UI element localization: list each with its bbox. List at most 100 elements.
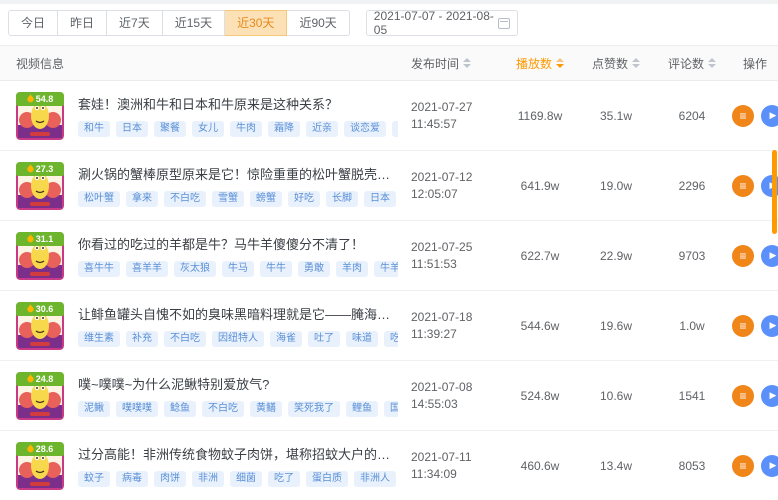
play-video-button[interactable]: ▶ <box>761 455 778 477</box>
hot-score-badge: 31.1 <box>16 232 64 246</box>
data-detail-button[interactable]: ≡ <box>732 175 754 197</box>
quick-range-button-4[interactable]: 近30天 <box>225 10 287 36</box>
video-info-cell: 54.8 套娃！澳洲和牛和日本和牛原来是这种关系？ 和牛日本聚餐女儿牛肉霜降近亲… <box>16 92 398 140</box>
play-video-button[interactable]: ▶ <box>761 245 778 267</box>
video-thumbnail[interactable]: 24.8 <box>16 372 64 420</box>
quick-range-button-1[interactable]: 昨日 <box>58 10 107 36</box>
video-tag: 雪蟹 <box>212 191 244 207</box>
video-tag: 灰太狼 <box>174 261 216 277</box>
video-thumbnail[interactable]: 30.6 <box>16 302 64 350</box>
video-title[interactable]: 涮火锅的蟹棒原型原来是它！惊险重重的松叶蟹脱壳之旅~ <box>78 164 398 183</box>
publish-time-cell: 2021-07-12 12:05:07 <box>398 169 500 203</box>
sort-carets-icon[interactable] <box>708 58 716 68</box>
table-row: 27.3 涮火锅的蟹棒原型原来是它！惊险重重的松叶蟹脱壳之旅~ 松叶蟹拿来不白吃… <box>0 151 778 221</box>
plays-cell: 622.7w <box>500 249 580 263</box>
publish-clock: 11:34:09 <box>411 466 500 483</box>
video-thumbnail[interactable]: 31.1 <box>16 232 64 280</box>
video-title[interactable]: 你看过的吃过的羊都是牛？马牛羊傻傻分不清了！ <box>78 234 398 253</box>
video-tag: 鲤鱼 <box>346 401 378 417</box>
video-tag: 蛋白质 <box>306 471 348 487</box>
video-info-cell: 27.3 涮火锅的蟹棒原型原来是它！惊险重重的松叶蟹脱壳之旅~ 松叶蟹拿来不白吃… <box>16 162 398 210</box>
video-title[interactable]: 噗~噗噗~为什么泥鳅特别爱放气? <box>78 374 398 393</box>
table-row: 28.6 过分高能！非洲传统食物蚊子肉饼，堪称招蚊大户的翻身菜！ 蚊子病毒肉饼非… <box>0 431 778 500</box>
quick-range-button-5[interactable]: 近90天 <box>287 10 349 36</box>
play-icon: ▶ <box>770 320 777 331</box>
date-range-picker[interactable]: 2021-07-07 - 2021-08-05 <box>366 10 518 36</box>
comments-cell: 9703 <box>652 249 732 263</box>
actions-cell: ≡ ▶ ★ <box>732 385 778 407</box>
video-thumbnail[interactable]: 27.3 <box>16 162 64 210</box>
video-text-block: 套娃！澳洲和牛和日本和牛原来是这种关系？ 和牛日本聚餐女儿牛肉霜降近亲谈恋爱近亲… <box>78 94 398 137</box>
list-icon: ≡ <box>739 320 746 332</box>
video-title[interactable]: 过分高能！非洲传统食物蚊子肉饼，堪称招蚊大户的翻身菜！ <box>78 444 398 463</box>
column-header-likes[interactable]: 点赞数 <box>580 55 652 72</box>
video-thumbnail[interactable]: 28.6 <box>16 442 64 490</box>
video-tag: 牛肉 <box>230 121 262 137</box>
list-icon: ≡ <box>739 460 746 472</box>
tag-list: 和牛日本聚餐女儿牛肉霜降近亲谈恋爱近亲结婚 <box>78 121 398 137</box>
publish-date: 2021-07-12 <box>411 169 500 186</box>
play-video-button[interactable]: ▶ <box>761 315 778 337</box>
publish-date: 2021-07-27 <box>411 99 500 116</box>
data-detail-button[interactable]: ≡ <box>732 455 754 477</box>
table-row: 54.8 套娃！澳洲和牛和日本和牛原来是这种关系？ 和牛日本聚餐女儿牛肉霜降近亲… <box>0 81 778 151</box>
column-header-video-info: 视频信息 <box>16 55 398 72</box>
data-detail-button[interactable]: ≡ <box>732 385 754 407</box>
video-info-cell: 30.6 让鲱鱼罐头自愧不如的臭味黑暗料理就是它——腌海雀！ 维生素补充不白吃因… <box>16 302 398 350</box>
column-header-comments[interactable]: 评论数 <box>652 55 732 72</box>
sort-carets-icon[interactable] <box>632 58 640 68</box>
column-header-publish-time[interactable]: 发布时间 <box>398 55 500 72</box>
publish-clock: 11:39:27 <box>411 326 500 343</box>
video-tag: 日本 <box>364 191 396 207</box>
video-title[interactable]: 让鲱鱼罐头自愧不如的臭味黑暗料理就是它——腌海雀！ <box>78 304 398 323</box>
tag-list: 蚊子病毒肉饼非洲细菌吃了蛋白质非洲人 <box>78 471 398 487</box>
video-tag: 女儿 <box>192 121 224 137</box>
comments-cell: 1.0w <box>652 319 732 333</box>
hot-score-badge: 28.6 <box>16 442 64 456</box>
video-tag: 喜羊羊 <box>126 261 168 277</box>
date-range-value: 2021-07-07 - 2021-08-05 <box>374 9 499 37</box>
date-range-button-group: 今日昨日近7天近15天近30天近90天 <box>8 10 350 36</box>
video-tag: 非洲人 <box>354 471 396 487</box>
actions-cell: ≡ ▶ ★ <box>732 105 778 127</box>
video-tag: 牛牛 <box>260 261 292 277</box>
video-title[interactable]: 套娃！澳洲和牛和日本和牛原来是这种关系？ <box>78 94 398 113</box>
vertical-scrollbar-thumb[interactable] <box>772 150 777 234</box>
video-tag: 不白吃 <box>202 401 244 417</box>
data-detail-button[interactable]: ≡ <box>732 315 754 337</box>
video-tag: 鲶鱼 <box>164 401 196 417</box>
play-video-button[interactable]: ▶ <box>761 385 778 407</box>
video-tag: 好吃 <box>288 191 320 207</box>
list-icon: ≡ <box>739 250 746 262</box>
video-tag: 细菌 <box>230 471 262 487</box>
publish-time-cell: 2021-07-27 11:45:57 <box>398 99 500 133</box>
data-detail-button[interactable]: ≡ <box>732 105 754 127</box>
publish-clock: 11:45:57 <box>411 116 500 133</box>
sort-carets-icon[interactable] <box>463 58 471 68</box>
video-tag: 补充 <box>126 331 158 347</box>
quick-range-button-0[interactable]: 今日 <box>8 10 58 36</box>
comments-cell: 6204 <box>652 109 732 123</box>
publish-date: 2021-07-25 <box>411 239 500 256</box>
data-detail-button[interactable]: ≡ <box>732 245 754 267</box>
quick-range-button-3[interactable]: 近15天 <box>163 10 225 36</box>
video-thumbnail[interactable]: 54.8 <box>16 92 64 140</box>
video-tag: 和牛 <box>78 121 110 137</box>
publish-time-cell: 2021-07-08 14:55:03 <box>398 379 500 413</box>
video-tag: 勇敢 <box>298 261 330 277</box>
publish-time-cell: 2021-07-11 11:34:09 <box>398 449 500 483</box>
video-info-cell: 24.8 噗~噗噗~为什么泥鳅特别爱放气? 泥鳅噗噗噗鲶鱼不白吃黄鳝笑死我了鲤鱼… <box>16 372 398 420</box>
fire-icon <box>27 94 34 103</box>
plays-cell: 641.9w <box>500 179 580 193</box>
quick-range-button-2[interactable]: 近7天 <box>107 10 163 36</box>
sort-carets-icon[interactable] <box>556 58 564 68</box>
column-header-plays[interactable]: 播放数 <box>500 55 580 72</box>
list-icon: ≡ <box>739 180 746 192</box>
video-tag: 泥鳅 <box>78 401 110 417</box>
tag-list: 喜牛牛喜羊羊灰太狼牛马牛牛勇敢羊肉牛羊 <box>78 261 398 277</box>
play-video-button[interactable]: ▶ <box>761 105 778 127</box>
list-icon: ≡ <box>739 110 746 122</box>
actions-cell: ≡ ▶ ★ <box>732 315 778 337</box>
video-tag: 拿来 <box>126 191 158 207</box>
tag-list: 维生素补充不白吃因纽特人海雀吐了味道吃饭 <box>78 331 398 347</box>
